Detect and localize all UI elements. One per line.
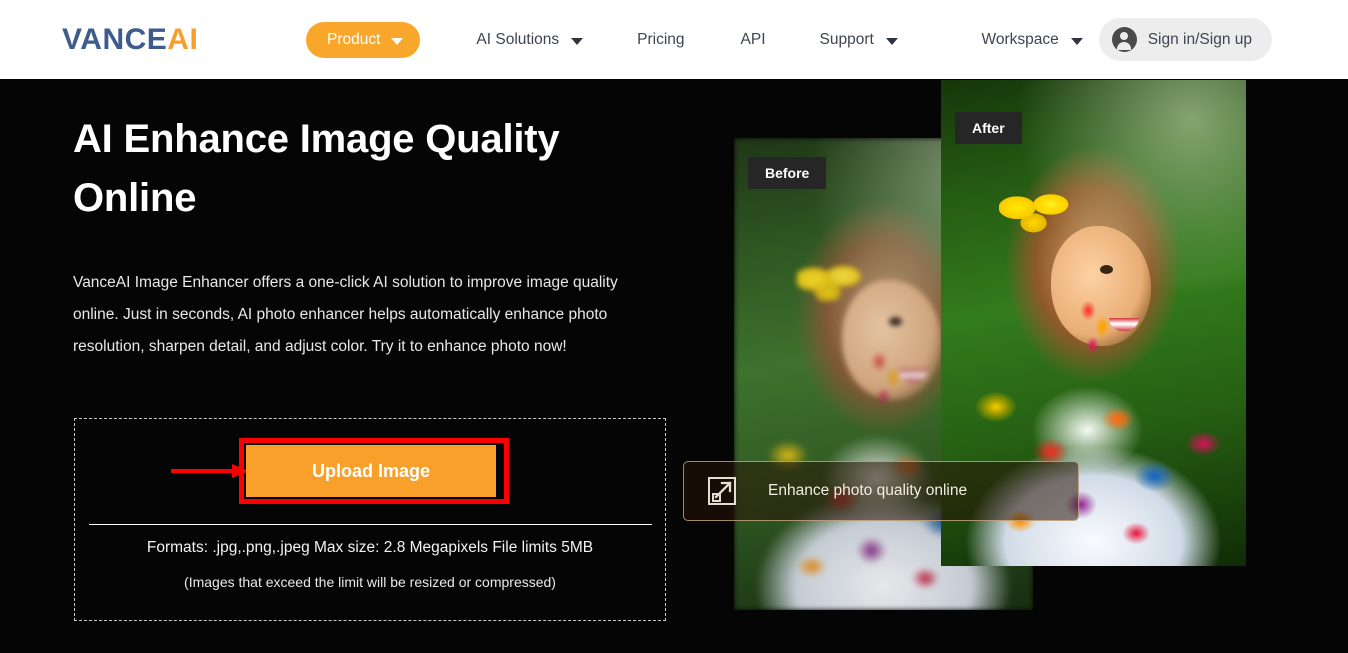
nav-item-api-label: API — [740, 30, 766, 48]
nav-item-workspace-label: Workspace — [981, 30, 1059, 48]
hero-description: VanceAI Image Enhancer offers a one-clic… — [73, 274, 618, 355]
enhance-photo-overlay-label: Enhance photo quality online — [768, 482, 968, 499]
before-badge: Before — [748, 157, 827, 189]
nav-item-ai-solutions-label: AI Solutions — [476, 30, 560, 48]
chevron-down-icon — [391, 37, 404, 45]
hero-section: AI Enhance Image Quality Online VanceAI … — [0, 79, 1348, 653]
upload-formats-text: Formats: .jpg,.png,.jpeg Max size: 2.8 M… — [146, 539, 594, 556]
upload-dropzone[interactable]: Upload Image Formats: .jpg,.png,.jpeg Ma… — [74, 418, 666, 621]
expand-arrow-icon — [706, 475, 738, 507]
logo-text-ai: AI — [167, 23, 199, 56]
nav-item-api[interactable]: API — [741, 31, 766, 49]
nav-item-workspace[interactable]: Workspace — [981, 30, 1083, 49]
logo-text-vance: VANCE — [62, 23, 168, 56]
face-paint-decoration — [1075, 298, 1120, 357]
nav-item-product[interactable]: Product — [306, 21, 421, 58]
hair-bow-decoration — [796, 260, 861, 301]
nav-item-ai-solutions[interactable]: AI Solutions — [476, 30, 584, 49]
chevron-down-icon — [571, 37, 584, 45]
vanceai-logo[interactable]: VANCEAI — [62, 22, 198, 58]
upload-image-button[interactable]: Upload Image — [246, 445, 496, 497]
nav-item-pricing[interactable]: Pricing — [637, 31, 684, 49]
main-navigation: Product AI Solutions Pricing API Support — [306, 0, 898, 79]
chevron-down-icon — [885, 37, 898, 45]
red-arrow-annotation — [171, 464, 249, 478]
arrow-shaft — [171, 469, 233, 473]
nav-item-pricing-label: Pricing — [637, 30, 685, 48]
nav-item-support[interactable]: Support — [820, 31, 898, 49]
sign-in-label: Sign in/Sign up — [1147, 30, 1252, 48]
enhance-photo-overlay-button[interactable]: Enhance photo quality online — [683, 461, 1079, 521]
upload-limit-note: (Images that exceed the limit will be re… — [184, 574, 556, 590]
hair-bow-decoration — [998, 186, 1071, 233]
page-title: AI Enhance Image Quality Online — [73, 117, 560, 220]
site-header: VANCEAI Product AI Solutions Pricing API… — [0, 0, 1348, 79]
upload-divider — [89, 524, 652, 525]
chevron-down-icon — [1070, 37, 1083, 45]
sign-in-sign-up-button[interactable]: Sign in/Sign up — [1098, 18, 1272, 61]
before-after-comparison: Before After Enhance photo quality onlin… — [635, 79, 1348, 653]
nav-item-support-label: Support — [819, 30, 874, 48]
eye-decoration — [1099, 264, 1113, 274]
nav-item-product-label: Product — [327, 30, 381, 48]
after-badge: After — [955, 112, 1022, 144]
user-avatar-icon — [1111, 27, 1137, 52]
face-paint-decoration — [865, 350, 910, 409]
header-right-actions: Workspace Sign in/Sign up — [981, 0, 1348, 79]
